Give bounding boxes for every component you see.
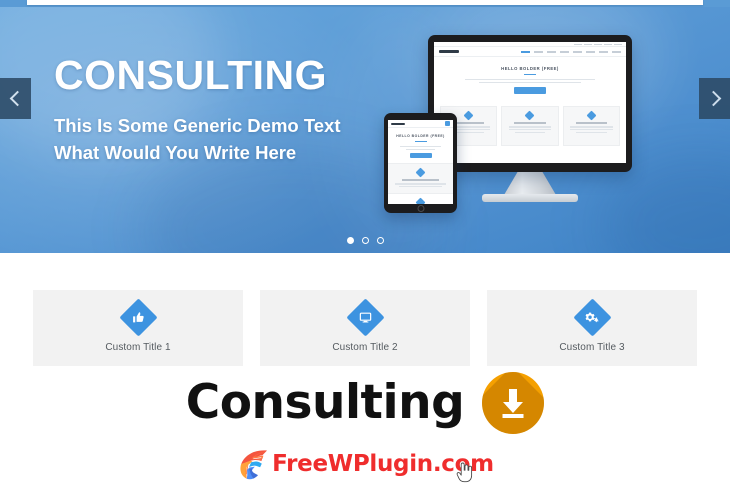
desktop-monitor-mockup: HELLO BOLDER (FREE) bbox=[428, 35, 632, 172]
mockup-cta-button-tablet bbox=[409, 153, 432, 159]
mockup-feature-block-tablet bbox=[388, 163, 453, 193]
mockup-paragraph bbox=[465, 79, 595, 84]
mockup-card-title bbox=[514, 122, 546, 124]
feature-card-title: Custom Title 3 bbox=[559, 341, 625, 353]
chevron-right-icon bbox=[705, 90, 721, 107]
site-logo[interactable]: FreeWPlugin.com bbox=[0, 444, 730, 484]
feature-card-title: Custom Title 2 bbox=[332, 341, 398, 353]
mockup-diamond-icon bbox=[463, 110, 474, 121]
device-mockups: HELLO BOLDER (FREE) HELLO BOLDER (FREE) bbox=[378, 27, 648, 217]
hero-subtitle-line-1: This Is Some Generic Demo Text bbox=[54, 115, 341, 136]
feature-card-2[interactable]: Custom Title 2 bbox=[260, 290, 470, 366]
hero-slider: CONSULTING This Is Some Generic Demo Tex… bbox=[0, 5, 730, 253]
mockup-navbar bbox=[434, 47, 626, 57]
feature-card-title: Custom Title 1 bbox=[105, 341, 171, 353]
hero-subtitle-line-2: What Would You Write Here bbox=[54, 142, 297, 163]
mockup-rule-tablet bbox=[414, 141, 427, 142]
mockup-feature-block-tablet bbox=[388, 192, 453, 204]
hero-title: CONSULTING bbox=[54, 52, 328, 98]
slider-pagination bbox=[0, 237, 730, 244]
tablet-home-button bbox=[417, 204, 424, 212]
mockup-card-title bbox=[452, 122, 485, 124]
desktop-monitor-screen: HELLO BOLDER (FREE) bbox=[434, 42, 626, 163]
mockup-feature-card bbox=[562, 106, 620, 147]
product-name: Consulting bbox=[185, 375, 465, 430]
mockup-logo bbox=[439, 50, 459, 53]
slider-dot-3[interactable] bbox=[376, 237, 384, 244]
feature-card-3[interactable]: Custom Title 3 bbox=[487, 290, 697, 366]
mockup-menu bbox=[521, 50, 621, 53]
download-icon[interactable] bbox=[482, 372, 545, 434]
hero-copy: CONSULTING This Is Some Generic Demo Tex… bbox=[54, 52, 404, 166]
feature-card-1[interactable]: Custom Title 1 bbox=[33, 290, 243, 366]
mockup-paragraph-tablet bbox=[399, 146, 442, 151]
top-header-strip-inner bbox=[27, 0, 703, 5]
feature-cards: Custom Title 1 Custom Title 2 Custom Tit… bbox=[33, 290, 697, 366]
monitor-stand bbox=[504, 172, 556, 195]
freewplugin-logo-icon bbox=[240, 450, 268, 480]
mockup-diamond-icon bbox=[525, 110, 535, 121]
mockup-hero: HELLO BOLDER (FREE) bbox=[434, 57, 626, 101]
mockup-headline: HELLO BOLDER (FREE) bbox=[501, 66, 559, 71]
slider-dot-2[interactable] bbox=[361, 237, 369, 244]
download-arrow-glyph bbox=[482, 372, 544, 434]
mockup-diamond-icon bbox=[415, 167, 426, 178]
hamburger-menu-icon bbox=[445, 121, 450, 126]
slider-next-button[interactable] bbox=[699, 78, 730, 119]
hand-cursor-icon bbox=[456, 462, 473, 483]
mockup-diamond-icon bbox=[415, 197, 426, 204]
mockup-diamond-icon bbox=[586, 110, 597, 121]
slider-prev-button[interactable] bbox=[0, 78, 31, 119]
mockup-cta-button bbox=[514, 87, 546, 95]
desktop-monitor-icon bbox=[345, 297, 385, 337]
mockup-card-title bbox=[402, 179, 439, 181]
cogs-icon bbox=[572, 297, 612, 337]
slider-dot-1[interactable] bbox=[346, 237, 354, 244]
mockup-page-desktop: HELLO BOLDER (FREE) bbox=[434, 42, 626, 163]
page-root: CONSULTING This Is Some Generic Demo Tex… bbox=[0, 0, 730, 500]
hero-subtitle: This Is Some Generic Demo Text What Woul… bbox=[54, 112, 404, 166]
chevron-left-icon bbox=[9, 90, 25, 107]
monitor-base bbox=[482, 194, 578, 202]
mockup-feature-cards bbox=[434, 101, 626, 147]
product-brand-row: Consulting bbox=[0, 372, 730, 434]
thumbs-up-icon bbox=[118, 297, 158, 337]
mockup-feature-card bbox=[501, 106, 559, 147]
mockup-rule bbox=[524, 74, 536, 75]
top-header-strip bbox=[0, 0, 730, 7]
mockup-card-title bbox=[575, 122, 608, 124]
